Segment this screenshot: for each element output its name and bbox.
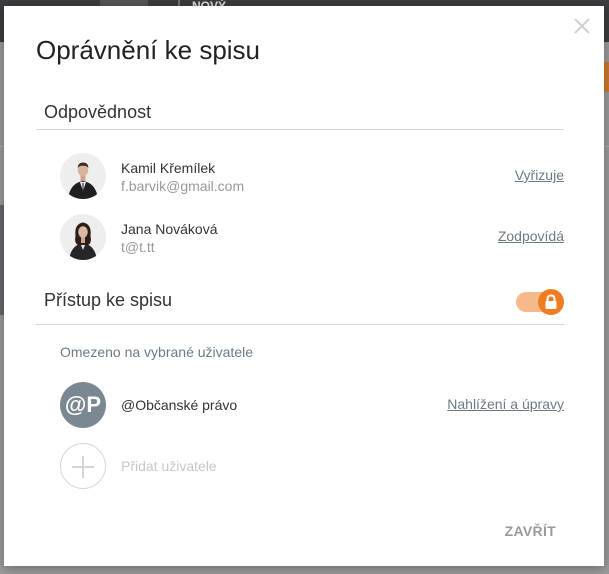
group-avatar: @P bbox=[60, 382, 106, 428]
group-name: @Občanské právo bbox=[121, 397, 238, 413]
plus-icon[interactable] bbox=[60, 443, 106, 489]
add-user-button[interactable]: Přidat uživatele bbox=[121, 458, 217, 474]
person-row: Jana Nováková t@t.tt Zodpovídá bbox=[60, 214, 564, 260]
permission-link[interactable]: Nahlížení a úpravy bbox=[447, 396, 564, 412]
close-button[interactable]: ZAVŘÍT bbox=[505, 523, 556, 539]
avatar bbox=[60, 214, 106, 260]
permissions-dialog: Oprávnění ke spisu Odpovědnost Kamil Kře… bbox=[4, 6, 604, 566]
role-link[interactable]: Vyřizuje bbox=[515, 167, 564, 183]
lock-icon bbox=[538, 289, 564, 315]
access-heading: Přístup ke spisu bbox=[44, 290, 173, 310]
restrict-access-toggle[interactable] bbox=[516, 289, 564, 315]
person-row: Kamil Křemílek f.barvik@gmail.com Vyřizu… bbox=[60, 153, 564, 199]
role-link[interactable]: Zodpovídá bbox=[498, 228, 564, 244]
close-icon[interactable] bbox=[572, 16, 592, 36]
responsibility-heading: Odpovědnost bbox=[44, 102, 152, 122]
person-email: t@t.tt bbox=[121, 239, 155, 255]
avatar bbox=[60, 153, 106, 199]
person-name: Kamil Křemílek bbox=[121, 160, 216, 176]
group-row: @P @Občanské právo Nahlížení a úpravy bbox=[60, 382, 564, 428]
add-user-row: Přidat uživatele bbox=[60, 443, 564, 489]
person-name: Jana Nováková bbox=[121, 221, 218, 237]
restricted-note: Omezeno na vybrané uživatele bbox=[60, 344, 253, 360]
responsibility-section-header: Odpovědnost bbox=[36, 97, 564, 130]
access-section-header: Přístup ke spisu bbox=[36, 286, 564, 325]
person-email: f.barvik@gmail.com bbox=[121, 178, 245, 194]
dialog-title: Oprávnění ke spisu bbox=[36, 35, 261, 65]
